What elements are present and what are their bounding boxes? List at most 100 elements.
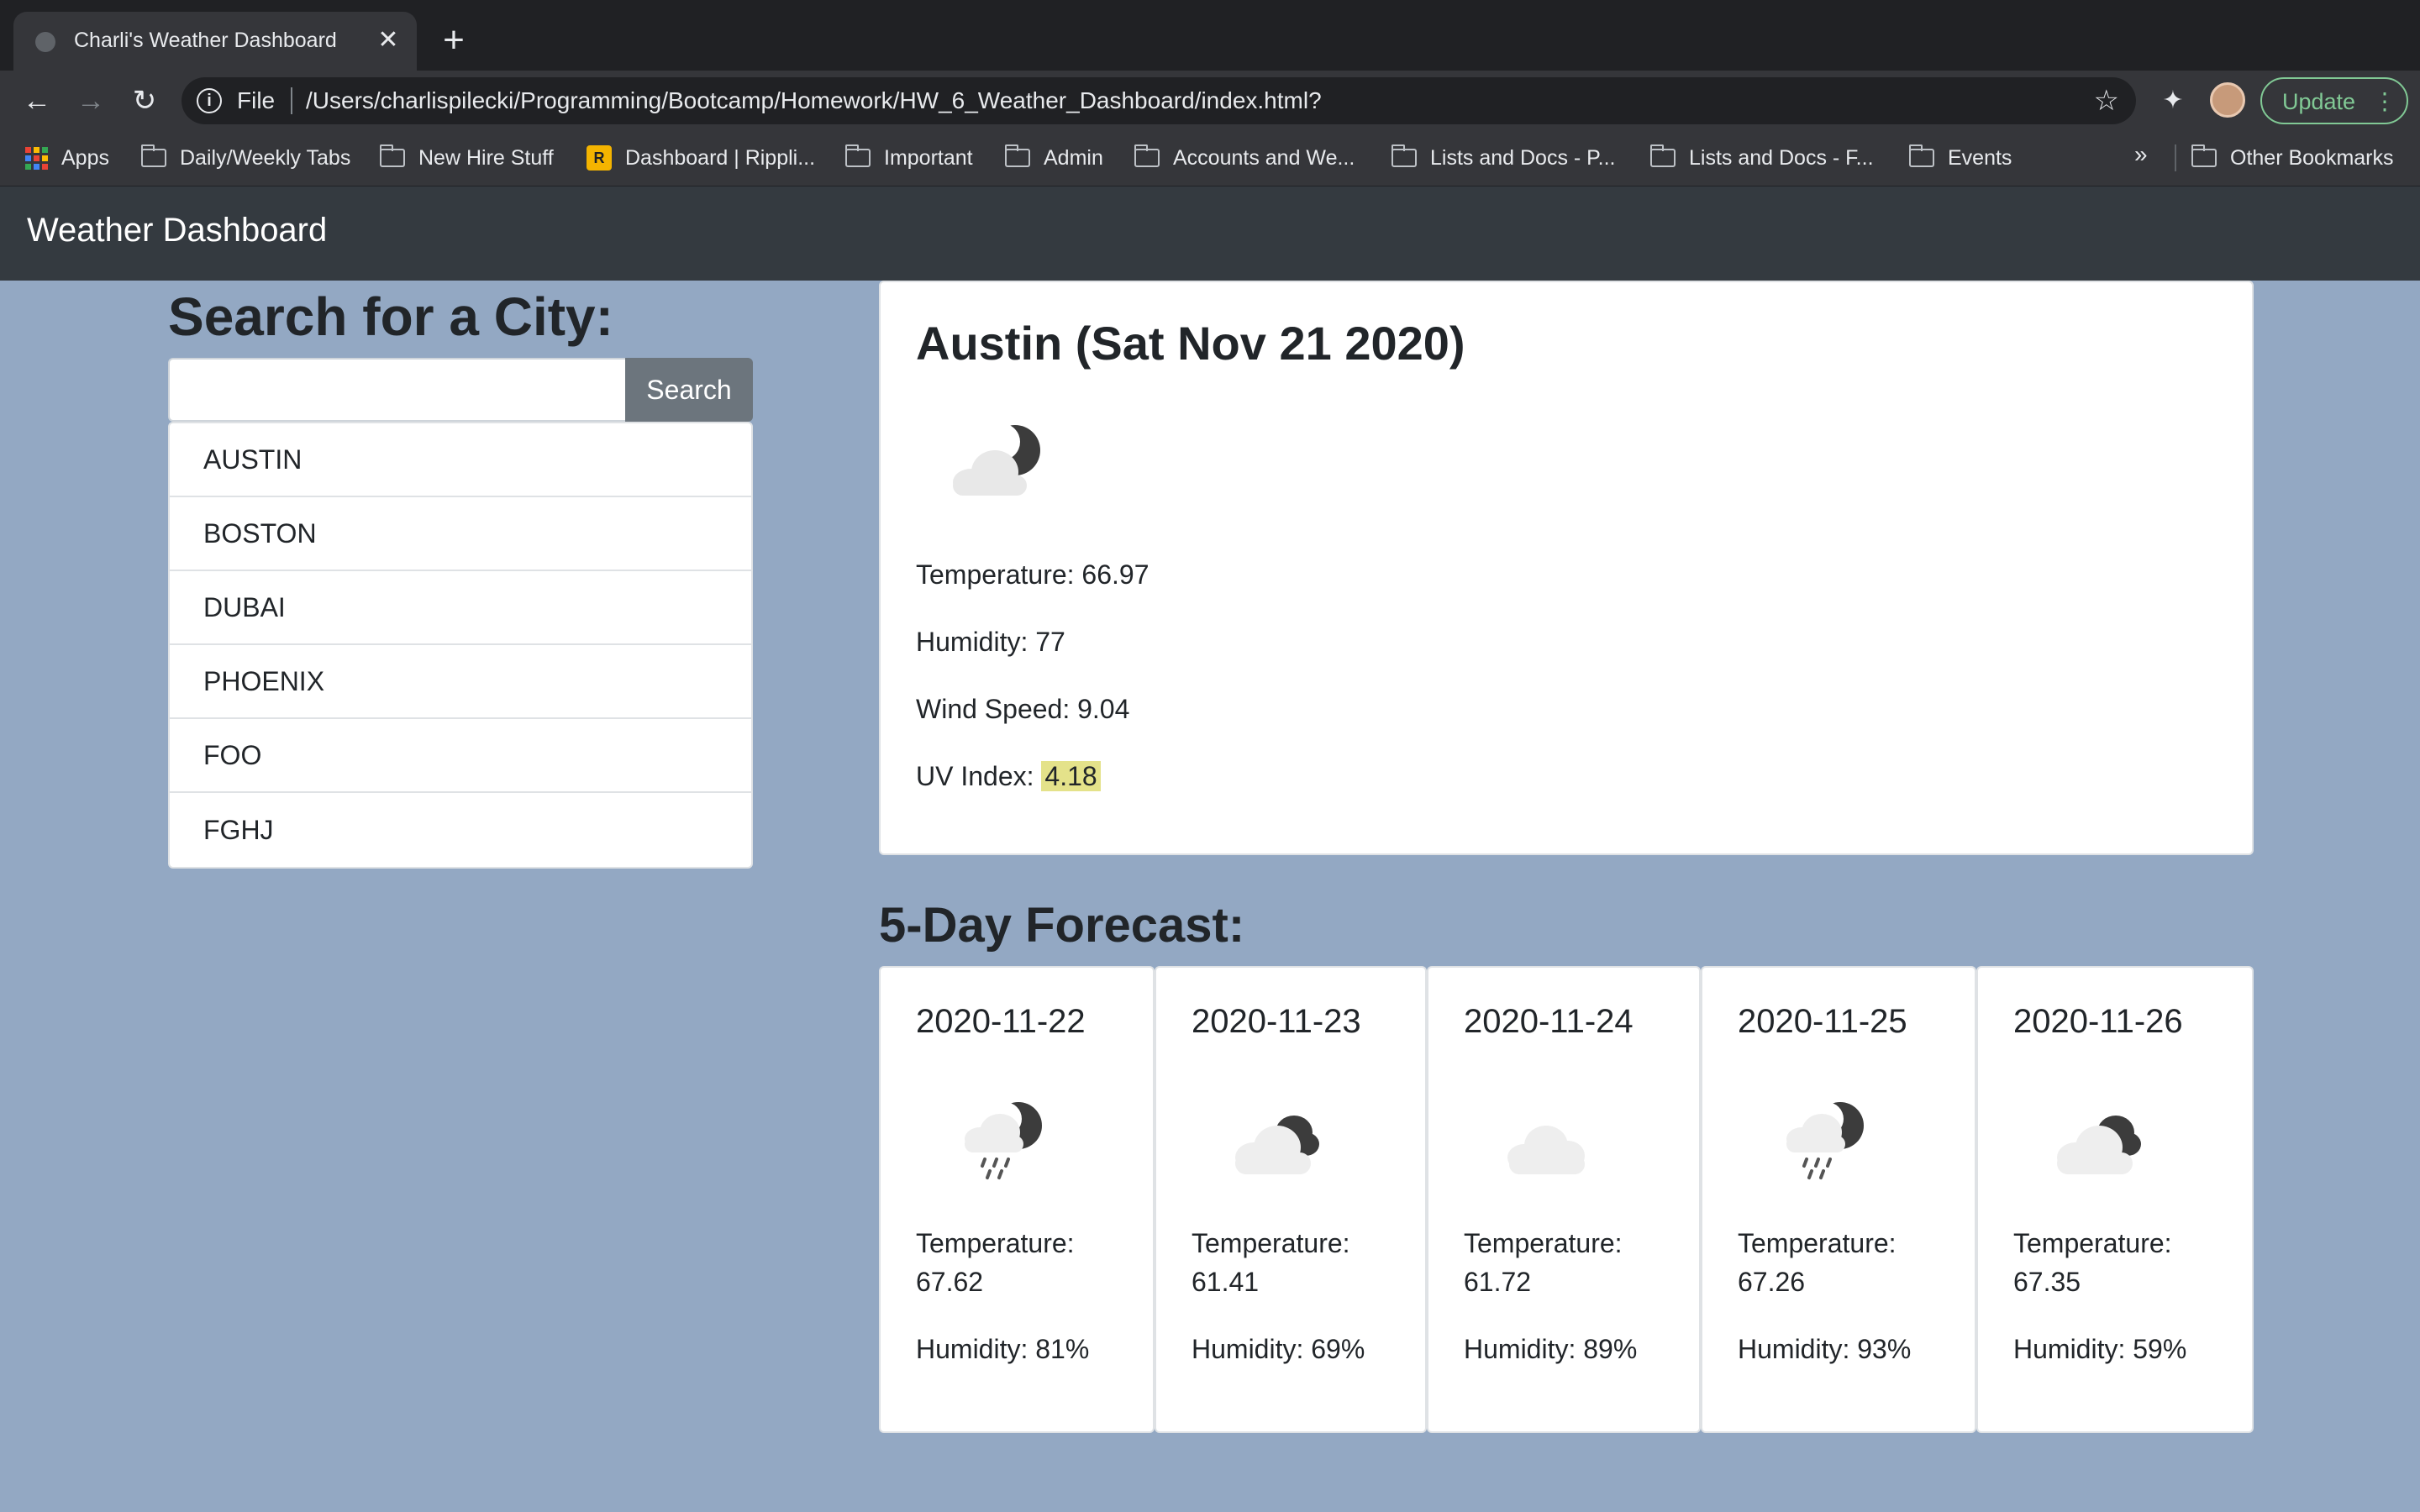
bookmark-daily-weekly-tabs[interactable]: Daily/Weekly Tabs — [141, 143, 350, 173]
site-info-icon[interactable]: i — [197, 88, 222, 113]
forecast-temp-value: 67.62 — [916, 1267, 984, 1297]
bookmarks-divider — [2175, 144, 2176, 171]
forward-icon[interactable]: → — [72, 82, 109, 119]
uv-value-badge: 4.18 — [1041, 761, 1101, 791]
bookmark-admin[interactable]: Admin — [1005, 143, 1103, 173]
address-bar[interactable]: i File /Users/charlispilecki/Programming… — [182, 77, 2136, 124]
url-separator — [291, 87, 292, 114]
bookmark-label: Apps — [61, 145, 109, 170]
forecast-temp-label: Temperature: — [1192, 1228, 1350, 1258]
folder-icon — [380, 144, 405, 167]
bookmark-events[interactable]: Events — [1909, 143, 2012, 173]
bookmark-lists-docs-p[interactable]: Lists and Docs - P... — [1392, 143, 1615, 173]
rain-night-icon — [965, 1102, 1042, 1179]
forecast-card: 2020-11-26 Temperature: 67.35 Humidity: … — [1976, 966, 2254, 1433]
search-button[interactable]: Search — [625, 358, 753, 422]
forecast-date: 2020-11-22 — [916, 1003, 1086, 1040]
current-weather-card: Austin (Sat Nov 21 2020) Temperature: 66… — [879, 281, 2254, 855]
bookmark-label: Lists and Docs - F... — [1689, 145, 1874, 170]
city-search-input[interactable] — [168, 358, 627, 422]
history-item-austin[interactable]: AUSTIN — [170, 423, 751, 497]
bookmark-new-hire-stuff[interactable]: New Hire Stuff — [380, 143, 554, 173]
bookmark-label: Events — [1948, 145, 2012, 170]
forecast-humidity: Humidity: 81% — [916, 1334, 1090, 1364]
history-item-fghj[interactable]: FGHJ — [170, 793, 751, 867]
folder-icon — [141, 144, 166, 167]
history-item-dubai[interactable]: DUBAI — [170, 571, 751, 645]
bookmark-star-icon[interactable]: ☆ — [2094, 84, 2119, 118]
forecast-card: 2020-11-22 Temperature: 67.62 Humidity: … — [879, 966, 1155, 1433]
back-icon[interactable]: ← — [18, 82, 55, 119]
ripple-logo-icon: R — [587, 145, 612, 171]
bookmark-label: Daily/Weekly Tabs — [180, 145, 351, 170]
forecast-humidity: Humidity: 89% — [1464, 1334, 1638, 1364]
forecast-temp-label: Temperature: — [916, 1228, 1075, 1258]
folder-icon — [1392, 144, 1417, 167]
bookmarks-bar: Apps Daily/Weekly Tabs New Hire Stuff R … — [0, 129, 2420, 186]
forecast-heading: 5-Day Forecast: — [879, 898, 1245, 953]
forecast-card: 2020-11-23 Temperature: 61.41 Humidity: … — [1155, 966, 1427, 1433]
reload-icon[interactable]: ↻ — [126, 82, 163, 119]
globe-icon — [35, 32, 55, 52]
new-tab-icon[interactable]: + — [434, 20, 474, 60]
bookmark-label: New Hire Stuff — [418, 145, 554, 170]
more-bookmarks-icon[interactable]: » — [2134, 141, 2148, 168]
bookmark-label: Admin — [1044, 145, 1103, 170]
forecast-date: 2020-11-26 — [2013, 1003, 2183, 1040]
forecast-humidity: Humidity: 69% — [1192, 1334, 1365, 1364]
bookmark-lists-docs-f[interactable]: Lists and Docs - F... — [1650, 143, 1874, 173]
update-label: Update — [2282, 89, 2356, 114]
current-city-title: Austin (Sat Nov 21 2020) — [916, 317, 1465, 370]
navbar-brand[interactable]: Weather Dashboard — [27, 212, 327, 249]
bookmark-label: Accounts and We... — [1173, 145, 1355, 170]
forecast-temp-value: 61.72 — [1464, 1267, 1532, 1297]
history-item-foo[interactable]: FOO — [170, 719, 751, 793]
forecast-date: 2020-11-24 — [1464, 1003, 1634, 1040]
bookmark-label: Important — [884, 145, 973, 170]
bookmark-accounts[interactable]: Accounts and We... — [1134, 143, 1355, 173]
rain-night-icon — [1786, 1102, 1864, 1179]
profile-avatar[interactable] — [2210, 82, 2245, 118]
partly-cloudy-night-icon — [953, 423, 1040, 496]
browser-toolbar: ← → ↻ i File /Users/charlispilecki/Progr… — [0, 71, 2420, 129]
forecast-temp-label: Temperature: — [2013, 1228, 2172, 1258]
broken-clouds-icon — [2057, 1116, 2141, 1174]
forecast-temp-value: 67.35 — [2013, 1267, 2081, 1297]
forecast-date: 2020-11-23 — [1192, 1003, 1361, 1040]
bookmark-important[interactable]: Important — [845, 143, 973, 173]
url-scheme: File — [237, 87, 276, 113]
bookmark-label: Dashboard | Rippli... — [625, 145, 816, 170]
browser-tab[interactable]: Charli's Weather Dashboard ✕ — [13, 12, 417, 71]
forecast-card: 2020-11-25 Temperature: 67.26 Humidity: … — [1701, 966, 1976, 1433]
bookmark-dashboard-ripple[interactable]: R Dashboard | Rippli... — [587, 143, 815, 173]
history-item-boston[interactable]: BOSTON — [170, 497, 751, 571]
update-button[interactable]: Update ⋮ — [2260, 77, 2408, 124]
bookmark-label: Other Bookmarks — [2230, 145, 2394, 170]
forecast-humidity: Humidity: 59% — [2013, 1334, 2187, 1364]
bookmark-other-bookmarks[interactable]: Other Bookmarks — [2191, 143, 2394, 173]
forecast-temp-label: Temperature: — [1464, 1228, 1623, 1258]
browser-tabstrip: Charli's Weather Dashboard ✕ + — [0, 0, 2420, 71]
current-wind-speed: Wind Speed: 9.04 — [916, 694, 1130, 724]
app-navbar: Weather Dashboard — [0, 186, 2420, 281]
folder-icon — [1005, 144, 1030, 167]
tab-title: Charli's Weather Dashboard — [74, 29, 337, 52]
apps-grid-icon — [25, 146, 48, 170]
bookmark-label: Lists and Docs - P... — [1430, 145, 1616, 170]
url-text[interactable]: /Users/charlispilecki/Programming/Bootca… — [306, 87, 1322, 114]
close-tab-icon[interactable]: ✕ — [371, 24, 405, 57]
folder-icon — [1650, 144, 1676, 167]
history-item-phoenix[interactable]: PHOENIX — [170, 645, 751, 719]
bookmark-apps[interactable]: Apps — [25, 143, 109, 173]
kebab-menu-icon: ⋮ — [2373, 88, 2396, 114]
current-humidity: Humidity: 77 — [916, 627, 1065, 657]
extensions-puzzle-icon[interactable]: ✦ — [2156, 84, 2190, 118]
forecast-humidity: Humidity: 93% — [1738, 1334, 1912, 1364]
current-uv-index: UV Index: 4.18 — [916, 761, 1101, 792]
search-heading: Search for a City: — [168, 286, 613, 347]
uv-label: UV Index: — [916, 761, 1042, 791]
folder-icon — [845, 144, 871, 167]
broken-clouds-icon — [1235, 1116, 1319, 1174]
search-history-list: AUSTIN BOSTON DUBAI PHOENIX FOO FGHJ — [168, 422, 753, 869]
current-temperature: Temperature: 66.97 — [916, 559, 1150, 590]
